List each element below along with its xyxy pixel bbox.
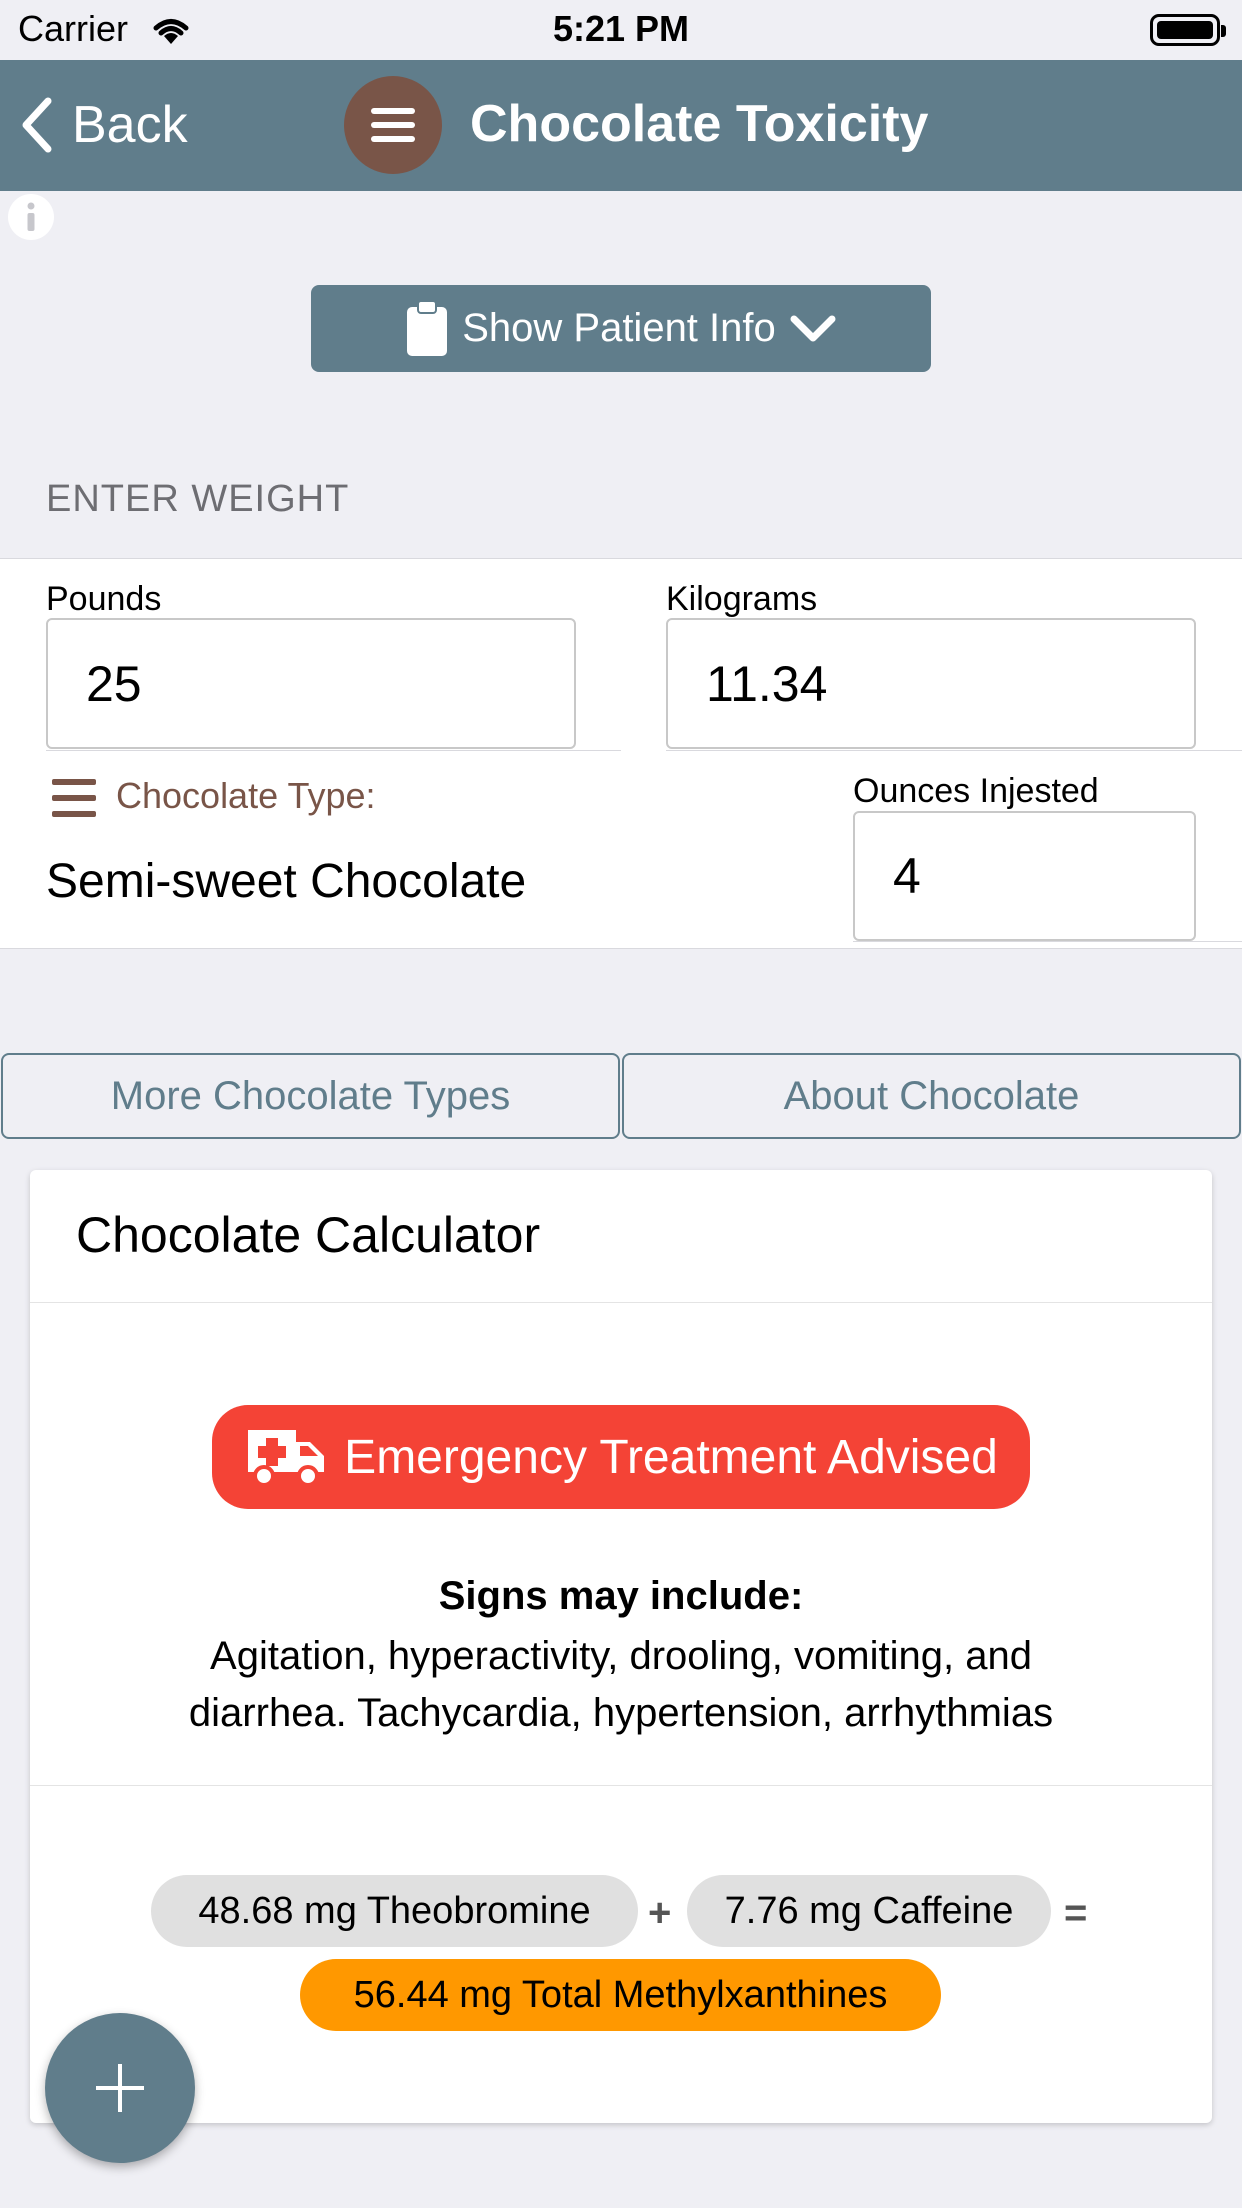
- menu-icon: [371, 108, 415, 142]
- emergency-alert-badge: Emergency Treatment Advised: [212, 1405, 1030, 1509]
- status-time: 5:21 PM: [552, 8, 690, 49]
- show-patient-info-label: Show Patient Info: [462, 306, 776, 350]
- back-button[interactable]: Back: [20, 90, 188, 160]
- plus-icon: [96, 2064, 144, 2112]
- chocolate-type-label: Chocolate Type:: [116, 775, 376, 816]
- pounds-input[interactable]: 25: [46, 618, 576, 749]
- plus-operator: +: [648, 1891, 672, 1935]
- info-icon[interactable]: [8, 194, 54, 240]
- emergency-alert-label: Emergency Treatment Advised: [344, 1430, 998, 1484]
- about-chocolate-button[interactable]: About Chocolate: [622, 1053, 1241, 1139]
- show-patient-info-button[interactable]: Show Patient Info: [311, 285, 931, 372]
- ambulance-icon: [248, 1430, 325, 1487]
- ounces-input[interactable]: 4: [853, 811, 1196, 941]
- kilograms-separator: [666, 750, 1242, 751]
- signs-text: Agitation, hyperactivity, drooling, vomi…: [188, 1634, 1054, 1735]
- page-title: Chocolate Toxicity: [470, 95, 929, 153]
- more-chocolate-types-button[interactable]: More Chocolate Types: [1, 1053, 620, 1139]
- kilograms-input[interactable]: 11.34: [666, 618, 1196, 749]
- total-methylxanthines-chip: 56.44 mg Total Methylxanthines: [300, 1959, 941, 2031]
- ounces-separator: [853, 941, 1242, 942]
- caffeine-chip: 7.76 mg Caffeine: [687, 1875, 1051, 1947]
- menu-button[interactable]: [344, 76, 442, 174]
- ounces-label: Ounces Injested: [853, 772, 1099, 810]
- back-label: Back: [72, 96, 188, 154]
- section-header-weight: ENTER WEIGHT: [46, 478, 350, 520]
- card-divider: [30, 1785, 1212, 1786]
- equals-operator: =: [1064, 1891, 1088, 1935]
- pounds-separator: [46, 750, 621, 751]
- chocolate-type-value[interactable]: Semi-sweet Chocolate: [46, 854, 526, 909]
- calculator-title: Chocolate Calculator: [76, 1207, 541, 1263]
- chevron-down-icon: [790, 315, 836, 341]
- list-icon[interactable]: [52, 779, 96, 817]
- pounds-label: Pounds: [46, 580, 162, 618]
- kilograms-label: Kilograms: [666, 580, 818, 618]
- signs-title: Signs may include:: [438, 1574, 804, 1618]
- back-chevron-icon: [22, 97, 52, 153]
- card-divider: [30, 1302, 1212, 1303]
- theobromine-chip: 48.68 mg Theobromine: [151, 1875, 638, 1947]
- clipboard-icon: [407, 300, 448, 356]
- add-fab-button[interactable]: [45, 2013, 195, 2163]
- battery-icon: [1150, 14, 1226, 46]
